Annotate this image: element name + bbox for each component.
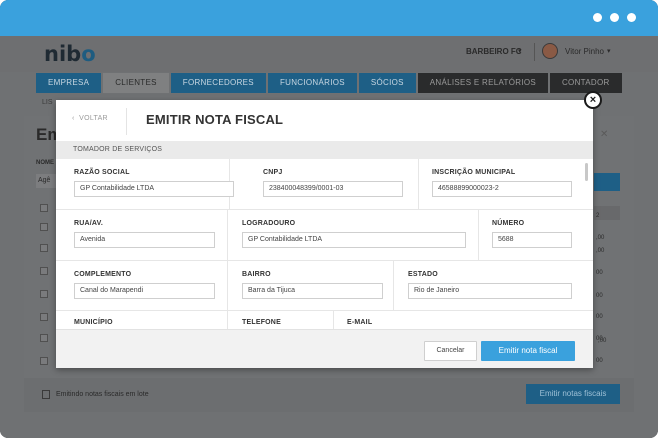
complemento-input[interactable]: Canal do Marapendi: [74, 283, 215, 299]
field-label: TELEFONE: [242, 319, 281, 326]
razao-social-input[interactable]: GP Contabilidade LTDA: [74, 181, 234, 197]
logo-text: nib: [44, 42, 82, 66]
row-checkbox[interactable]: [40, 334, 48, 342]
field-logradouro: LOGRADOURO GP Contabilidade LTDA: [228, 210, 479, 260]
field-cnpj: CNPJ 238400048399/0001-03: [246, 159, 419, 209]
section-header: TOMADOR DE SERVIÇOS: [56, 141, 593, 159]
tab-empresa[interactable]: EMPRESA: [36, 73, 102, 93]
close-icon[interactable]: ×: [584, 91, 602, 109]
field-label: COMPLEMENTO: [74, 271, 132, 278]
row-checkbox[interactable]: [40, 357, 48, 365]
window-menu-dots[interactable]: [593, 13, 636, 22]
caret-down-icon: ▾: [607, 48, 611, 55]
field-bairro: BAIRRO Barra da Tijuca: [228, 261, 394, 310]
header-divider: [126, 108, 127, 135]
modal-header: ‹ VOLTAR EMITIR NOTA FISCAL: [56, 100, 593, 141]
field-estado: ESTADO Rio de Janeiro: [394, 261, 593, 310]
rua-input[interactable]: Avenida: [74, 232, 215, 248]
field-label: ESTADO: [408, 271, 438, 278]
app-header: nibo BARBEIRO FC ▾ Vitor Pinho ▾: [0, 36, 658, 72]
back-button[interactable]: ‹ VOLTAR: [72, 115, 108, 122]
dot-icon: [610, 13, 619, 22]
field-label: NÚMERO: [492, 220, 525, 227]
emit-invoice-button[interactable]: Emitir nota fiscal: [481, 341, 575, 361]
user-name[interactable]: Vitor Pinho: [565, 47, 604, 56]
nibo-logo[interactable]: nibo: [44, 42, 96, 66]
row-value: 00: [596, 293, 603, 299]
field-label: INSCRIÇÃO MUNICIPAL: [432, 169, 516, 176]
row-value: 00: [596, 358, 603, 364]
caret-down-icon: ▾: [518, 48, 522, 55]
field-razao-social: RAZÃO SOCIAL GP Contabilidade LTDA: [56, 159, 234, 209]
subnav-item[interactable]: LIS: [42, 99, 53, 106]
logradouro-input[interactable]: GP Contabilidade LTDA: [242, 232, 466, 248]
row-checkbox[interactable]: [40, 244, 48, 252]
estado-select[interactable]: Rio de Janeiro: [408, 283, 572, 299]
tab-fornecedores[interactable]: FORNECEDORES: [170, 73, 266, 93]
field-numero: NÚMERO 5688: [479, 210, 593, 260]
select-all-checkbox[interactable]: [40, 204, 48, 212]
field-label: RAZÃO SOCIAL: [74, 169, 130, 176]
field-label: E-MAIL: [347, 319, 373, 326]
row-value: 00: [596, 270, 603, 276]
field-label: MUNICÍPIO: [74, 319, 113, 326]
field-inscricao: INSCRIÇÃO MUNICIPAL 46588899000023-2: [419, 159, 593, 209]
filter-select[interactable]: Agê: [36, 174, 56, 188]
bairro-input[interactable]: Barra da Tijuca: [242, 283, 383, 299]
row-checkbox[interactable]: [40, 290, 48, 298]
avatar[interactable]: [542, 43, 558, 59]
header-divider: [534, 43, 535, 61]
tab-funcionarios[interactable]: FUNCIONÁRIOS: [267, 73, 357, 93]
row-value: ,00: [596, 248, 605, 254]
modal-footer: Cancelar Emitir nota fiscal: [56, 329, 593, 368]
form-scrollbar[interactable]: [585, 163, 588, 181]
inscricao-input[interactable]: 46588899000023-2: [432, 181, 572, 197]
row-value: 00: [596, 314, 603, 320]
back-label: VOLTAR: [79, 115, 108, 122]
logo-o: o: [81, 42, 96, 66]
bulk-status-text: Emitindo notas fiscais em lote: [56, 391, 149, 398]
field-label: CNPJ: [263, 169, 283, 176]
tab-analises[interactable]: ANÁLISES E RELATÓRIOS: [417, 73, 548, 93]
cancel-button[interactable]: Cancelar: [424, 341, 477, 361]
cnpj-input[interactable]: 238400048399/0001-03: [263, 181, 403, 197]
form-row: RUA/AV. Avenida LOGRADOURO GP Contabilid…: [56, 210, 593, 261]
dot-icon: [627, 13, 636, 22]
row-checkbox[interactable]: [40, 313, 48, 321]
field-complemento: COMPLEMENTO Canal do Marapendi: [56, 261, 228, 310]
field-label: BAIRRO: [242, 271, 271, 278]
form-row: RAZÃO SOCIAL GP Contabilidade LTDA CNPJ …: [56, 159, 593, 210]
emit-notes-button[interactable]: Emitir notas fiscais: [526, 384, 620, 404]
field-rua: RUA/AV. Avenida: [56, 210, 228, 260]
tab-socios[interactable]: SÓCIOS: [358, 73, 416, 93]
field-municipio: MUNICÍPIO: [56, 311, 228, 329]
field-label: RUA/AV.: [74, 220, 104, 227]
row-value: ,00: [598, 338, 607, 344]
dot-icon: [593, 13, 602, 22]
modal-title: EMITIR NOTA FISCAL: [146, 112, 284, 127]
form-area: RAZÃO SOCIAL GP Contabilidade LTDA CNPJ …: [56, 159, 593, 329]
field-telefone: TELEFONE: [228, 311, 334, 329]
column-header-nome: NOME: [36, 160, 54, 166]
row-value: ,00: [596, 235, 605, 241]
field-label: LOGRADOURO: [242, 220, 296, 227]
tab-contador[interactable]: CONTADOR: [549, 73, 622, 93]
document-icon: [42, 390, 50, 399]
form-row: MUNICÍPIO TELEFONE E-MAIL: [56, 311, 593, 329]
tab-clientes[interactable]: CLIENTES: [103, 73, 169, 93]
form-row: COMPLEMENTO Canal do Marapendi BAIRRO Ba…: [56, 261, 593, 311]
numero-input[interactable]: 5688: [492, 232, 572, 248]
emit-invoice-modal: ‹ VOLTAR EMITIR NOTA FISCAL TOMADOR DE S…: [56, 100, 593, 368]
gear-icon: ✕: [600, 129, 609, 140]
field-email: E-MAIL: [334, 311, 593, 329]
chevron-left-icon: ‹: [72, 115, 75, 122]
search-button[interactable]: [594, 173, 620, 191]
row-checkbox[interactable]: [40, 223, 48, 231]
device-frame: nibo BARBEIRO FC ▾ Vitor Pinho ▾ EMPRESA…: [0, 0, 658, 438]
row-checkbox[interactable]: [40, 267, 48, 275]
main-nav: EMPRESA CLIENTES FORNECEDORES FUNCIONÁRI…: [36, 73, 624, 93]
window-titlebar: [0, 0, 658, 36]
row-value: 2: [596, 213, 600, 219]
company-selector[interactable]: BARBEIRO FC: [466, 47, 522, 56]
